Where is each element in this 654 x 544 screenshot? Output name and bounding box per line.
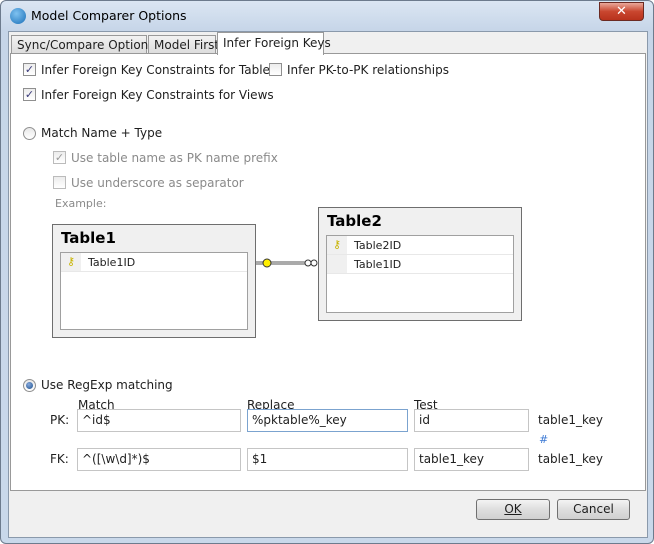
many-end-icon [304,259,312,267]
key-icon: ⚷ [327,236,347,254]
tab-infer-foreign-keys[interactable]: Infer Foreign Keys [217,32,331,55]
fk-result: table1_key [538,452,604,466]
table2-diagram: Table2 ⚷ Table2ID Table1ID [318,207,522,321]
table-row: ⚷ Table1ID [61,253,247,272]
tab-sync-compare-options[interactable]: Sync/Compare Options [11,35,155,54]
table1-name: Table1 [61,229,116,247]
match-name-type-label: Match Name + Type [41,126,163,140]
use-underscore-checkbox[interactable] [53,176,66,189]
cancel-button[interactable]: Cancel [557,499,630,520]
table-row: ⚷ Table2ID [327,236,513,255]
infer-views-checkbox[interactable]: ✓ [23,88,36,101]
fk-match-input[interactable]: ^([\w\d]*)$ [77,448,241,471]
tab-panel: ✓ Infer Foreign Key Constraints for Tabl… [10,53,646,491]
fk-test-input[interactable]: table1_key [414,448,529,471]
fk-label: FK: [50,452,69,466]
tab-model-first[interactable]: Model First [148,35,219,54]
close-button[interactable]: ✕ [599,2,644,21]
ok-button[interactable]: OK [476,499,550,520]
title-bar[interactable]: Model Comparer Options ✕ [1,1,653,31]
regexp-radio[interactable] [23,379,36,392]
infer-tables-label: Infer Foreign Key Constraints for Tables [41,63,277,77]
pk-test-input[interactable]: id [414,409,529,432]
use-table-name-checkbox[interactable]: ✓ [53,151,66,164]
regexp-label: Use RegExp matching [41,378,173,392]
infer-pk-pk-label: Infer PK-to-PK relationships [287,63,449,77]
infer-pk-pk-checkbox[interactable] [269,63,282,76]
match-indicator-icon: # [539,433,549,446]
key-end-icon [262,258,272,268]
key-icon: ⚷ [61,253,81,271]
table1-diagram: Table1 ⚷ Table1ID [52,224,256,338]
pk-match-input[interactable]: ^id$ [77,409,241,432]
pk-label: PK: [50,413,70,427]
relationship-connector [256,258,318,268]
fk-replace-input[interactable]: $1 [247,448,408,471]
app-icon [10,8,26,24]
use-underscore-label: Use underscore as separator [71,176,244,190]
use-table-name-label: Use table name as PK name prefix [71,151,278,165]
table-row: Table1ID [327,255,513,274]
dialog-window: Model Comparer Options ✕ Sync/Compare Op… [0,0,654,544]
match-name-type-radio[interactable] [23,127,36,140]
infer-tables-checkbox[interactable]: ✓ [23,63,36,76]
infer-views-label: Infer Foreign Key Constraints for Views [41,88,274,102]
window-title: Model Comparer Options [31,8,187,23]
pk-result: table1_key [538,413,604,427]
dialog-body: Sync/Compare Options Model First Infer F… [8,31,648,538]
example-label: Example: [55,197,107,210]
table2-name: Table2 [327,212,382,230]
pk-replace-input[interactable]: %pktable%_key [247,409,408,432]
